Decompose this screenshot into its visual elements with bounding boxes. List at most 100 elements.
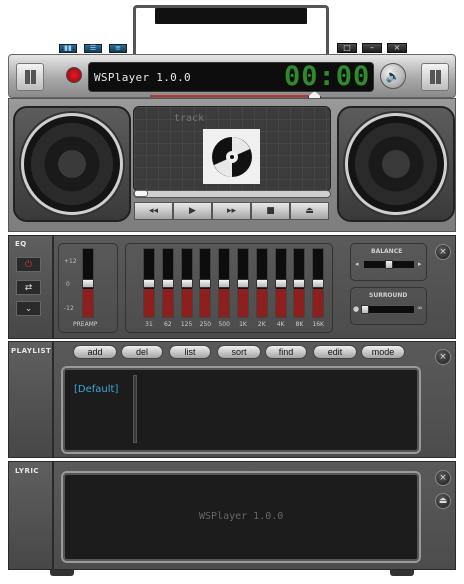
balance-knob[interactable]: [385, 260, 393, 269]
play-button[interactable]: ▶: [173, 202, 212, 220]
left-speaker: [21, 113, 123, 215]
eq-slider[interactable]: [255, 248, 268, 318]
eq-slider-fill: [162, 289, 173, 317]
eq-close-button[interactable]: ×: [435, 244, 451, 260]
eq-slider[interactable]: [274, 248, 287, 318]
close-button[interactable]: ×: [387, 43, 407, 53]
eq-band-label: 31: [145, 321, 153, 328]
fast-forward-button[interactable]: ▸▸: [212, 202, 251, 220]
eq-slider-fill: [256, 289, 267, 317]
eq-band-500[interactable]: 500: [215, 248, 233, 332]
rewind-button[interactable]: ◂◂: [134, 202, 173, 220]
playlist-find-button[interactable]: find: [265, 345, 307, 359]
eq-band-label: 2K: [257, 321, 266, 328]
minimize-button[interactable]: –: [362, 43, 382, 53]
playlist-edit-button[interactable]: edit: [313, 345, 357, 359]
eq-slider[interactable]: [161, 248, 174, 318]
eq-band-125[interactable]: 125: [178, 248, 196, 332]
eq-slider-knob[interactable]: [312, 279, 325, 288]
restore-button[interactable]: □: [337, 43, 357, 53]
eq-slider[interactable]: [180, 248, 193, 318]
db-label-bottom: -12: [64, 305, 74, 312]
eq-slider-fill: [219, 289, 230, 317]
eject-button[interactable]: ⏏: [290, 202, 329, 220]
handle-grip[interactable]: [155, 8, 307, 24]
lyric-close-button[interactable]: ×: [435, 470, 451, 486]
eq-band-31[interactable]: 31: [140, 248, 158, 332]
eq-slider[interactable]: [143, 248, 155, 318]
app-logo-icon[interactable]: [66, 67, 82, 83]
surround-knob[interactable]: [361, 305, 369, 314]
eq-band-2k[interactable]: 2K: [253, 248, 271, 332]
preamp-slider[interactable]: [82, 248, 94, 318]
playlist-del-button[interactable]: del: [121, 345, 163, 359]
right-pause-icon[interactable]: [421, 63, 449, 91]
eq-label: EQ: [15, 240, 27, 248]
left-pause-icon[interactable]: [16, 63, 44, 91]
eq-band-8k[interactable]: 8K: [290, 248, 308, 332]
eq-slider-knob[interactable]: [161, 279, 174, 288]
eq-slider-fill: [181, 289, 192, 317]
lyric-label: LYRIC: [15, 467, 40, 475]
eq-slider-fill: [144, 289, 154, 317]
eq-slider-knob[interactable]: [218, 279, 231, 288]
eq-slider-knob[interactable]: [274, 279, 287, 288]
eq-band-1k[interactable]: 1K: [234, 248, 252, 332]
playlist-side-panel: [8, 341, 53, 458]
playlist-mode-button[interactable]: mode: [361, 345, 405, 359]
volume-track[interactable]: [150, 95, 314, 97]
swap-icon[interactable]: ⇄: [16, 280, 41, 295]
list-icon[interactable]: ☰: [84, 44, 102, 53]
eq-slider-knob[interactable]: [237, 279, 249, 288]
eq-slider-knob[interactable]: [199, 279, 212, 288]
eq-slider[interactable]: [237, 248, 249, 318]
eq-slider-knob[interactable]: [180, 279, 193, 288]
playlist-add-button[interactable]: add: [73, 345, 117, 359]
eq-band-label: 62: [163, 321, 172, 328]
eq-slider-knob[interactable]: [255, 279, 268, 288]
playlist-item[interactable]: [Default]: [74, 384, 118, 395]
app-title: WSPlayer 1.0.0: [94, 71, 191, 84]
lyric-side-panel: [8, 461, 53, 570]
stop-button[interactable]: ■: [251, 202, 290, 220]
playlist-list-button[interactable]: list: [169, 345, 211, 359]
eq-slider-knob[interactable]: [293, 279, 306, 288]
seek-knob[interactable]: [134, 190, 148, 197]
track-label: track: [174, 113, 205, 124]
surround-slider[interactable]: [361, 305, 415, 314]
eq-slider[interactable]: [293, 248, 306, 318]
playlist-close-button[interactable]: ×: [435, 349, 451, 365]
chevron-down-icon[interactable]: ⌄: [16, 301, 41, 316]
volume-icon[interactable]: 🔊: [380, 63, 406, 89]
eq-band-label: 250: [199, 321, 212, 328]
eq-band-label: 1K: [239, 321, 247, 328]
menu-icon[interactable]: ≡: [109, 44, 127, 53]
preamp-label: PREAMP: [73, 321, 98, 328]
lyric-eject-icon[interactable]: ⏏: [435, 493, 451, 509]
balance-right-icon: ▸: [418, 260, 422, 268]
right-foot: [390, 570, 414, 576]
eq-band-4k[interactable]: 4K: [272, 248, 290, 332]
surround-on-icon: ∞: [417, 304, 423, 312]
time-display: 00:00: [284, 61, 371, 92]
eq-slider-knob[interactable]: [143, 279, 155, 288]
spectrum-icon[interactable]: ▮▮: [59, 44, 77, 53]
eq-band-62[interactable]: 62: [159, 248, 177, 332]
playlist-divider[interactable]: [133, 375, 137, 443]
eq-slider-fill: [238, 289, 248, 317]
playlist-label: PLAYLIST: [11, 347, 52, 355]
eq-slider[interactable]: [218, 248, 231, 318]
power-icon[interactable]: ⏻: [16, 257, 41, 272]
seek-bar[interactable]: [133, 190, 331, 198]
eq-slider[interactable]: [199, 248, 212, 318]
eq-band-250[interactable]: 250: [196, 248, 214, 332]
right-speaker: [345, 113, 447, 215]
eq-slider-knob[interactable]: [82, 279, 94, 288]
eq-slider-fill: [83, 289, 93, 317]
playlist-sort-button[interactable]: sort: [217, 345, 261, 359]
eq-band-label: 4K: [276, 321, 285, 328]
left-foot: [50, 570, 74, 576]
eq-slider[interactable]: [312, 248, 325, 318]
eq-slider-fill: [275, 289, 286, 317]
eq-band-16k[interactable]: 16K: [309, 248, 327, 332]
